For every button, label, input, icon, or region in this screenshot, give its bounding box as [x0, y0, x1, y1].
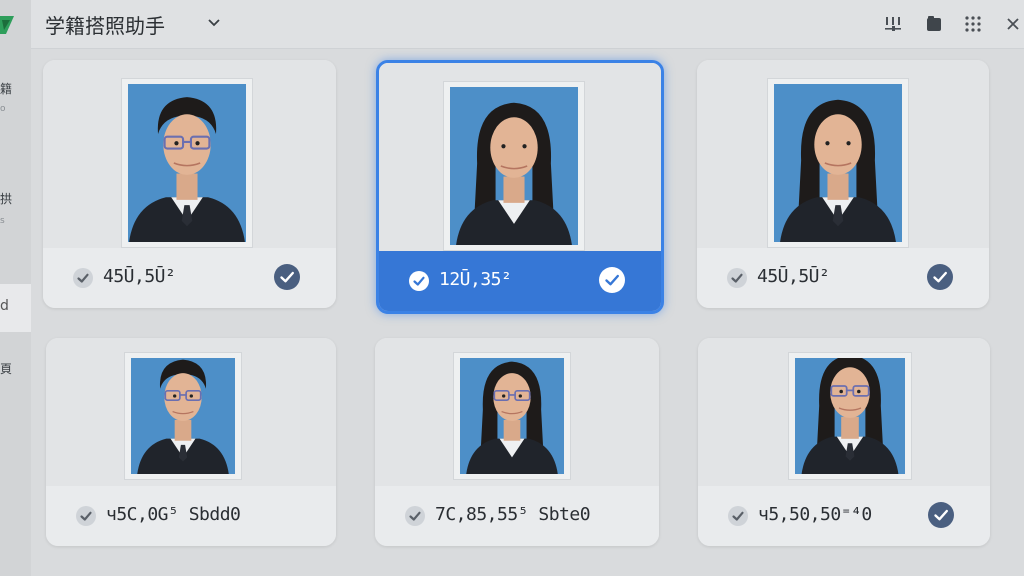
photo-card[interactable]: ч5,50,50⁼⁴0: [698, 338, 990, 546]
chevron-down-icon[interactable]: [206, 16, 222, 30]
id-photo: [131, 358, 235, 474]
sidebar-item-2-sub: s: [0, 216, 5, 226]
photo-size-text: ч5C,0G⁵ Sbdd0: [106, 504, 241, 525]
photo-size-text: 45Ū,5Ū²: [757, 266, 830, 287]
photo-card[interactable]: 7C,85,55⁵ Sbte0: [375, 338, 659, 546]
id-photo: [774, 84, 902, 242]
photo-info-bar: 7C,85,55⁵ Sbte0: [375, 486, 659, 546]
sidebar-item-1-sub: o: [0, 104, 6, 114]
photo-area: [375, 338, 659, 486]
id-photo: [795, 358, 905, 474]
select-checkbox[interactable]: [409, 271, 429, 291]
verified-check-icon[interactable]: [274, 264, 300, 290]
photo-size-text: 45Ū,5Ū²: [103, 266, 176, 287]
photo-area: [46, 338, 336, 486]
id-photo: [450, 87, 578, 245]
photo-card[interactable]: 45Ū,5Ū²: [43, 60, 336, 308]
select-checkbox[interactable]: [76, 506, 96, 526]
close-icon[interactable]: [1003, 14, 1023, 34]
sidebar-item-active[interactable]: d: [0, 284, 31, 332]
verified-check-icon[interactable]: [599, 267, 625, 293]
photo-info-bar: 45Ū,5Ū²: [697, 248, 989, 308]
photo-info-bar: 12Ū,35²: [379, 251, 661, 311]
select-checkbox[interactable]: [73, 268, 93, 288]
id-photo-frame: [124, 352, 242, 480]
id-photo-frame: [453, 352, 571, 480]
photo-size-text: 7C,85,55⁵ Sbte0: [435, 504, 591, 525]
folder-icon[interactable]: [924, 14, 944, 34]
app-title: 学籍搭照助手: [45, 14, 165, 38]
sidebar-item-2[interactable]: 拱: [0, 190, 14, 207]
sidebar: 籍 o 拱 s d 頁: [0, 0, 31, 576]
sidebar-item-1[interactable]: 籍: [0, 80, 14, 97]
photo-card[interactable]: 12Ū,35²: [376, 60, 664, 314]
select-checkbox[interactable]: [728, 506, 748, 526]
photo-size-text: 12Ū,35²: [439, 269, 512, 290]
grid-view-icon[interactable]: [963, 14, 983, 34]
verified-check-icon[interactable]: [928, 502, 954, 528]
id-photo-frame: [767, 78, 909, 248]
photo-size-text: ч5,50,50⁼⁴0: [758, 504, 872, 525]
photo-area: [43, 60, 336, 248]
photo-info-bar: ч5C,0G⁵ Sbdd0: [46, 486, 336, 546]
verified-check-icon[interactable]: [927, 264, 953, 290]
photo-card[interactable]: ч5C,0G⁵ Sbdd0: [46, 338, 336, 546]
photo-area: [379, 63, 661, 251]
select-checkbox[interactable]: [727, 268, 747, 288]
header: 学籍搭照助手: [31, 0, 1024, 49]
id-photo: [460, 358, 564, 474]
photo-area: [697, 60, 989, 248]
photo-card[interactable]: 45Ū,5Ū²: [697, 60, 989, 308]
id-photo-frame: [443, 81, 585, 251]
sidebar-item-4[interactable]: 頁: [0, 360, 14, 377]
sidebar-item-active-label: d: [0, 298, 9, 314]
photo-area: [698, 338, 990, 486]
photo-info-bar: 45Ū,5Ū²: [43, 248, 336, 308]
id-photo-frame: [788, 352, 912, 480]
id-photo-frame: [121, 78, 253, 248]
id-photo: [128, 84, 246, 242]
photo-info-bar: ч5,50,50⁼⁴0: [698, 486, 990, 546]
filter-settings-icon[interactable]: [883, 14, 903, 34]
app-logo-icon: [0, 16, 14, 34]
select-checkbox[interactable]: [405, 506, 425, 526]
